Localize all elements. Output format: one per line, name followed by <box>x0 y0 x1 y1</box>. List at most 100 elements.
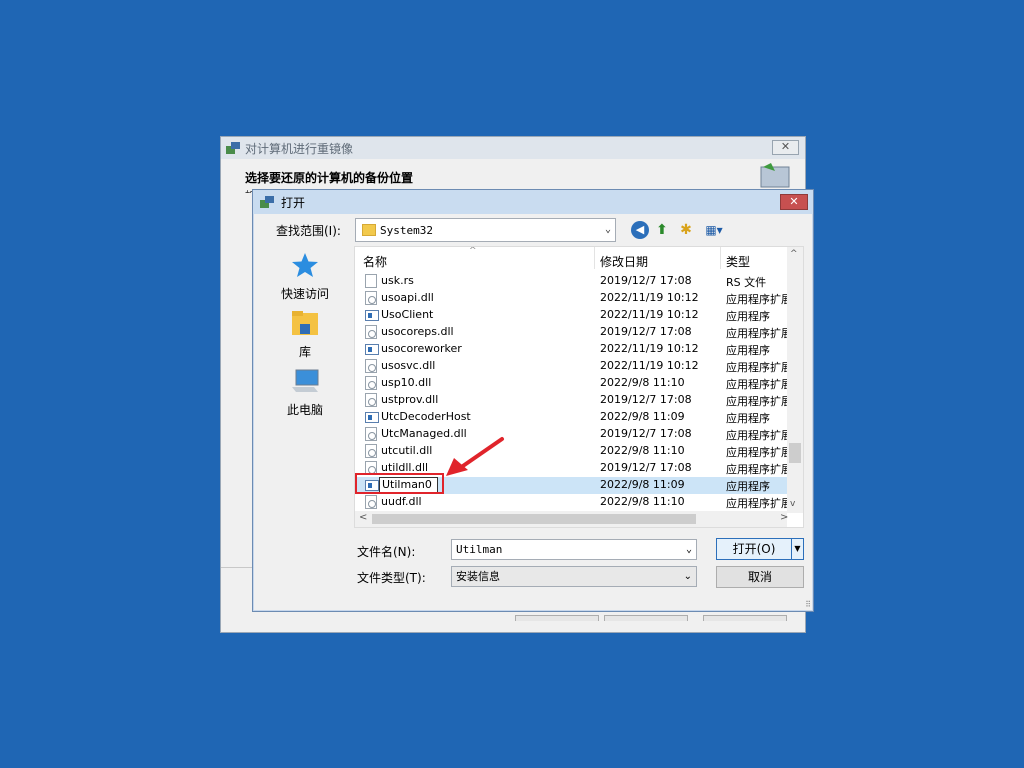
back-arrow-icon[interactable]: ◀ <box>631 221 649 239</box>
file-name: usp10.dll <box>381 376 432 389</box>
dll-file-icon <box>365 291 377 305</box>
reimage-dialog-titlebar: 对计算机进行重镜像 <box>221 137 805 159</box>
file-name: uudf.dll <box>381 495 422 508</box>
reimage-heading: 选择要还原的计算机的备份位置 <box>245 171 414 185</box>
dll-file-icon <box>365 359 377 373</box>
file-row[interactable]: usk.rs 2019/12/7 17:08 RS 文件 <box>355 273 787 290</box>
scroll-thumb[interactable] <box>789 443 801 463</box>
place-label: 库 <box>298 345 311 359</box>
file-type: 应用程序 <box>726 344 770 357</box>
cancel-button[interactable]: 取消 <box>716 566 804 588</box>
star-icon <box>292 253 318 277</box>
file-name: usk.rs <box>381 274 414 287</box>
file-date: 2022/9/8 11:10 <box>600 495 685 508</box>
scroll-thumb[interactable] <box>372 514 696 524</box>
chevron-down-icon: ⌄ <box>683 571 692 582</box>
place-label: 快速访问 <box>280 287 329 301</box>
chevron-down-icon: ⌄ <box>604 224 611 235</box>
place-this-pc[interactable]: 此电脑 <box>257 368 353 418</box>
resize-grip-icon[interactable]: ⠿ <box>805 600 811 609</box>
file-date: 2019/12/7 17:08 <box>600 427 692 440</box>
file-type: 应用程序扩展 <box>726 293 792 306</box>
scroll-right-icon[interactable]: > <box>780 512 788 523</box>
computer-icon <box>292 369 319 392</box>
chevron-down-icon: ⌄ <box>685 544 692 555</box>
place-quick-access[interactable]: 快速访问 <box>257 252 353 302</box>
close-button[interactable]: ✕ <box>780 194 808 210</box>
file-row[interactable]: ustprov.dll 2019/12/7 17:08 应用程序扩展 <box>355 392 792 409</box>
file-icon <box>365 274 377 288</box>
file-date: 2022/11/19 10:12 <box>600 342 699 355</box>
file-row[interactable]: usoapi.dll 2022/11/19 10:12 应用程序扩展 <box>355 290 792 307</box>
file-type: 应用程序扩展 <box>726 429 792 442</box>
look-in-combo[interactable]: System32 ⌄ <box>355 218 616 242</box>
scroll-down-icon[interactable]: v <box>790 499 795 509</box>
open-button[interactable]: 打开(O) ▼ <box>716 538 804 560</box>
filename-input[interactable]: Utilman ⌄ <box>451 539 697 560</box>
red-arrow-icon <box>446 437 504 476</box>
highlight-box <box>355 473 444 494</box>
file-date: 2022/9/8 11:10 <box>600 376 685 389</box>
file-type: 应用程序扩展 <box>726 446 792 459</box>
file-date: 2022/9/8 11:09 <box>600 478 685 491</box>
reimage-cancel-button[interactable] <box>703 615 787 621</box>
reimage-dialog-title: 对计算机进行重镜像 <box>245 141 354 156</box>
place-library[interactable]: 库 <box>257 310 353 360</box>
place-label: 此电脑 <box>286 403 323 417</box>
list-header: ^ 名称 修改日期 类型 <box>355 247 787 269</box>
reimage-next-button[interactable] <box>604 615 688 621</box>
dll-file-icon <box>365 376 377 390</box>
split-arrow-icon[interactable]: ▼ <box>791 539 803 559</box>
file-row[interactable]: uudf.dll 2022/9/8 11:10 应用程序扩展 <box>355 494 792 511</box>
vertical-scrollbar[interactable]: ^ v <box>787 247 803 513</box>
file-name: UsoClient <box>381 308 434 321</box>
dll-file-icon <box>365 427 377 441</box>
file-type: 应用程序 <box>726 310 770 323</box>
file-row[interactable]: UsoClient 2022/11/19 10:12 应用程序 <box>355 307 787 324</box>
column-type[interactable]: 类型 <box>726 253 750 270</box>
scroll-up-icon[interactable]: ^ <box>790 249 798 259</box>
file-date: 2022/11/19 10:12 <box>600 308 699 321</box>
filetype-label: 文件类型(T): <box>357 571 426 585</box>
backup-icon <box>226 142 240 154</box>
horizontal-scrollbar[interactable]: < > <box>355 511 788 527</box>
file-name: usoapi.dll <box>381 291 434 304</box>
view-menu-icon[interactable]: ▦▾ <box>701 221 727 239</box>
file-row[interactable]: usp10.dll 2022/9/8 11:10 应用程序扩展 <box>355 375 792 392</box>
column-separator <box>594 247 595 269</box>
file-date: 2022/11/19 10:12 <box>600 291 699 304</box>
dll-file-icon <box>365 393 377 407</box>
file-type: 应用程序扩展 <box>726 463 792 476</box>
look-in-value: System32 <box>380 223 433 237</box>
dll-file-icon <box>365 495 377 509</box>
filename-label: 文件名(N): <box>357 545 416 559</box>
file-row[interactable]: usosvc.dll 2022/11/19 10:12 应用程序扩展 <box>355 358 792 375</box>
folder-icon <box>362 224 376 236</box>
scroll-left-icon[interactable]: < <box>359 512 367 523</box>
file-row[interactable]: usocoreps.dll 2019/12/7 17:08 应用程序扩展 <box>355 324 792 341</box>
column-date[interactable]: 修改日期 <box>600 253 648 270</box>
filetype-select[interactable]: 安装信息 ⌄ <box>451 566 697 587</box>
file-name: usocoreps.dll <box>381 325 454 338</box>
reimage-close-button[interactable]: ✕ <box>772 140 799 155</box>
backup-icon <box>260 196 274 208</box>
file-row[interactable]: UtcDecoderHost 2022/9/8 11:09 应用程序 <box>355 409 787 426</box>
filetype-value: 安装信息 <box>456 570 500 583</box>
open-dialog-title: 打开 <box>281 195 306 210</box>
library-folder-icon <box>292 311 318 335</box>
file-date: 2022/9/8 11:09 <box>600 410 685 423</box>
new-folder-icon[interactable]: ✱ <box>677 221 695 239</box>
file-row[interactable]: utcutil.dll 2022/9/8 11:10 应用程序扩展 <box>355 443 792 460</box>
reimage-back-button[interactable] <box>515 615 599 621</box>
up-folder-icon[interactable]: ⬆ <box>653 221 671 239</box>
application-icon <box>365 412 379 423</box>
file-date: 2022/9/8 11:10 <box>600 444 685 457</box>
file-row[interactable]: UtcManaged.dll 2019/12/7 17:08 应用程序扩展 <box>355 426 792 443</box>
file-date: 2022/11/19 10:12 <box>600 359 699 372</box>
file-row[interactable]: usocoreworker 2022/11/19 10:12 应用程序 <box>355 341 787 358</box>
file-name: UtcDecoderHost <box>381 410 471 423</box>
column-name[interactable]: 名称 <box>363 253 387 270</box>
file-name: utcutil.dll <box>381 444 433 457</box>
places-bar: 快速访问 库 此电脑 <box>257 246 353 602</box>
sort-ascending-icon: ^ <box>469 246 477 256</box>
